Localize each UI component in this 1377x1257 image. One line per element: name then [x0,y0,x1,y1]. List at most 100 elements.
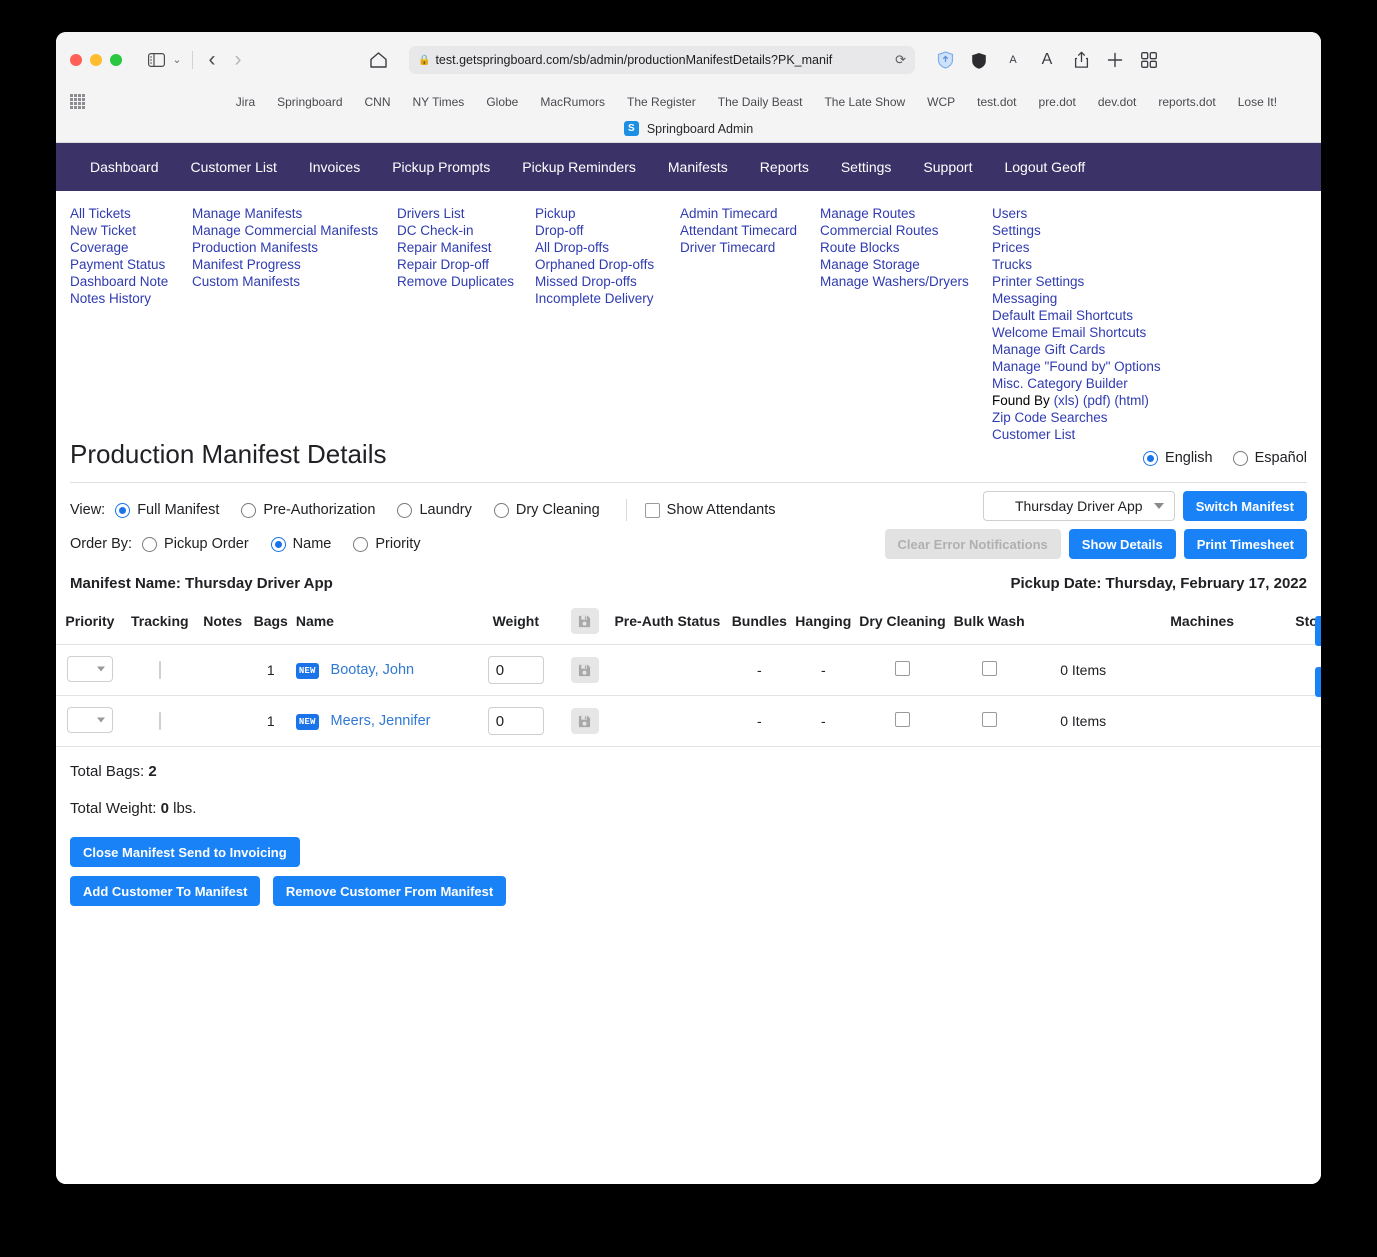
link-manage-washers-dryers[interactable]: Manage Washers/Dryers [820,273,992,290]
link-all-tickets[interactable]: All Tickets [70,205,192,222]
radio-pickup-order[interactable] [142,536,158,552]
link-driver-timecard[interactable]: Driver Timecard [680,239,820,256]
share-icon[interactable] [1065,46,1097,74]
link-pickup[interactable]: Pickup [535,205,680,222]
radio-priority[interactable] [353,536,369,552]
bookmark-cnn[interactable]: CNN [354,95,402,109]
increase-text-size-icon[interactable]: A [1031,46,1063,74]
link-production-manifests[interactable]: Production Manifests [192,239,397,256]
link-repair-drop-off[interactable]: Repair Drop-off [397,256,535,273]
save-row-icon[interactable] [570,708,599,734]
bookmark-reports-dot[interactable]: reports.dot [1147,95,1226,109]
link-zip-code-searches[interactable]: Zip Code Searches [992,409,1192,426]
link-found-by-html[interactable]: (html) [1114,393,1149,408]
link-missed-drop-offs[interactable]: Missed Drop-offs [535,273,680,290]
nav-dashboard[interactable]: Dashboard [74,159,175,175]
link-customer-list[interactable]: Customer List [992,426,1192,443]
link-notes-history[interactable]: Notes History [70,290,192,307]
clear-error-notifications-button[interactable]: Clear Error Notifications [884,529,1061,559]
nav-pickup-reminders[interactable]: Pickup Reminders [506,159,652,175]
link-manage-commercial-manifests[interactable]: Manage Commercial Manifests [192,222,397,239]
link-coverage[interactable]: Coverage [70,239,192,256]
weight-input[interactable] [487,707,544,735]
link-commercial-routes[interactable]: Commercial Routes [820,222,992,239]
nav-support[interactable]: Support [907,159,988,175]
link-prices[interactable]: Prices [992,239,1192,256]
bookmark-dev-dot[interactable]: dev.dot [1087,95,1147,109]
bookmark-pre-dot[interactable]: pre.dot [1028,95,1087,109]
link-incomplete-delivery[interactable]: Incomplete Delivery [535,290,680,307]
manifest-select[interactable]: Thursday Driver App [982,491,1175,521]
nav-invoices[interactable]: Invoices [293,159,376,175]
link-manage-storage[interactable]: Manage Storage [820,256,992,273]
link-manifest-progress[interactable]: Manifest Progress [192,256,397,273]
maximize-window-button[interactable] [110,54,122,66]
link-remove-duplicates[interactable]: Remove Duplicates [397,273,535,290]
checkbox-bulk-wash[interactable] [981,661,997,676]
link-drop-off[interactable]: Drop-off [535,222,680,239]
radio-laundry[interactable] [397,502,413,518]
priority-select[interactable] [66,706,113,733]
link-manage-manifests[interactable]: Manage Manifests [192,205,397,222]
view-option-pre-authorization[interactable]: Pre-Authorization [241,502,375,518]
link-custom-manifests[interactable]: Custom Manifests [192,273,397,290]
customer-link[interactable]: Bootay, John [331,662,415,678]
bookmark-macrumors[interactable]: MacRumors [529,95,616,109]
radio-pre-authorization[interactable] [241,502,257,518]
tab-springboard-admin[interactable]: S Springboard Admin [623,121,753,136]
bookmark-the-register[interactable]: The Register [616,95,707,109]
link-settings[interactable]: Settings [992,222,1192,239]
shield-icon[interactable] [929,46,961,74]
language-option-espanol[interactable]: Español [1232,450,1307,466]
reload-icon[interactable]: ⟳ [895,52,906,68]
link-drivers-list[interactable]: Drivers List [397,205,535,222]
nav-reports[interactable]: Reports [744,159,825,175]
language-option-english[interactable]: English [1143,450,1213,466]
bookmark-globe[interactable]: Globe [475,95,529,109]
link-new-ticket[interactable]: New Ticket [70,222,192,239]
link-orphaned-drop-offs[interactable]: Orphaned Drop-offs [535,256,680,273]
bookmark-the-daily-beast[interactable]: The Daily Beast [707,95,814,109]
nav-customer-list[interactable]: Customer List [175,159,293,175]
order-option-name[interactable]: Name [270,536,331,552]
minimize-window-button[interactable] [90,54,102,66]
home-icon[interactable] [363,51,393,69]
nav-pickup-prompts[interactable]: Pickup Prompts [376,159,506,175]
add-customer-button[interactable]: Add Customer To Manifest [70,876,261,906]
link-repair-manifest[interactable]: Repair Manifest [397,239,535,256]
link-messaging[interactable]: Messaging [992,290,1192,307]
radio-espanol[interactable] [1232,450,1248,466]
link-manage-found-by-options[interactable]: Manage "Found by" Options [992,358,1192,375]
nav-settings[interactable]: Settings [825,159,908,175]
checkbox-dry-cleaning[interactable] [894,661,910,676]
switch-manifest-button[interactable]: Switch Manifest [1182,491,1307,521]
sidebar-toggle-icon[interactable] [144,50,168,70]
link-manage-routes[interactable]: Manage Routes [820,205,992,222]
link-printer-settings[interactable]: Printer Settings [992,273,1192,290]
priority-select[interactable] [66,655,113,682]
radio-dry-cleaning[interactable] [493,502,509,518]
link-trucks[interactable]: Trucks [992,256,1192,273]
tab-overview-icon[interactable] [1133,46,1165,74]
reader-contrast-icon[interactable] [963,46,995,74]
radio-english[interactable] [1143,450,1159,466]
radio-name[interactable] [270,536,286,552]
chevron-down-icon[interactable]: ⌄ [168,53,186,68]
link-default-email-shortcuts[interactable]: Default Email Shortcuts [992,307,1192,324]
row-action-button-offscreen[interactable] [1315,667,1321,697]
forward-button[interactable]: › [225,48,251,72]
row-action-button-offscreen[interactable] [1315,616,1321,646]
link-found-by-pdf[interactable]: (pdf) [1083,393,1111,408]
link-payment-status[interactable]: Payment Status [70,256,192,273]
bookmark-springboard[interactable]: Springboard [266,95,353,109]
view-option-full-manifest[interactable]: Full Manifest [115,502,219,518]
bookmarks-grid-icon[interactable] [70,94,85,109]
view-option-laundry[interactable]: Laundry [397,502,472,518]
bookmark-lose-it[interactable]: Lose It! [1227,95,1288,109]
nav-logout[interactable]: Logout Geoff [988,159,1101,175]
link-route-blocks[interactable]: Route Blocks [820,239,992,256]
view-option-dry-cleaning[interactable]: Dry Cleaning [493,502,600,518]
back-button[interactable]: ‹ [199,48,225,72]
link-misc-category-builder[interactable]: Misc. Category Builder [992,375,1192,392]
link-admin-timecard[interactable]: Admin Timecard [680,205,820,222]
